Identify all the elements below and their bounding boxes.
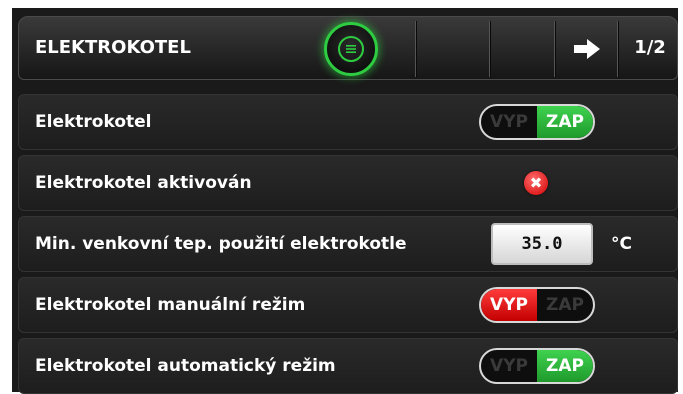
setting-label: Elektrokotel aktivován [35, 173, 252, 193]
toggle-off-option: VYP [490, 356, 528, 376]
header-divider [415, 21, 416, 77]
error-x-icon: ✖ [524, 171, 548, 195]
next-page-button[interactable] [567, 29, 607, 69]
automatic-mode-toggle[interactable]: VYP ZAP [479, 348, 595, 384]
setting-row-elektrokotel: Elektrokotel VYP ZAP [18, 94, 678, 150]
setting-label: Elektrokotel automatický režim [35, 356, 336, 376]
header-bar: ELEKTROKOTEL 1/2 [18, 16, 678, 80]
toggle-on-option: ZAP [546, 295, 584, 315]
page-title: ELEKTROKOTEL [35, 37, 191, 58]
setting-label: Min. venkovní tep. použití elektrokotle [35, 234, 407, 254]
setting-row-min-venkovni-tep: Min. venkovní tep. použití elektrokotle … [18, 216, 678, 272]
menu-icon [338, 36, 364, 62]
setting-row-manualni-rezim: Elektrokotel manuální režim VYP ZAP [18, 277, 678, 333]
header-divider [489, 21, 490, 77]
menu-button[interactable] [324, 22, 378, 76]
min-temp-input[interactable]: 35.0 [491, 223, 593, 265]
toggle-off-option: VYP [481, 289, 537, 321]
header-divider [617, 21, 618, 77]
toggle-on-option: ZAP [537, 106, 593, 138]
setting-row-automaticky-rezim: Elektrokotel automatický režim VYP ZAP [18, 338, 678, 394]
header-divider [554, 21, 555, 77]
page-indicator: 1/2 [634, 37, 666, 58]
toggle-off-option: VYP [490, 112, 528, 132]
unit-label: °C [611, 234, 632, 254]
arrow-right-icon [574, 39, 600, 59]
setting-row-elektrokotel-aktivovan: Elektrokotel aktivován ✖ [18, 155, 678, 211]
setting-label: Elektrokotel [35, 112, 152, 132]
elektrokotel-toggle[interactable]: VYP ZAP [479, 104, 595, 140]
settings-panel: ELEKTROKOTEL 1/2 Elektrokotel VYP ZAP El… [12, 8, 678, 394]
manual-mode-toggle[interactable]: VYP ZAP [479, 287, 595, 323]
toggle-on-option: ZAP [537, 350, 593, 382]
setting-label: Elektrokotel manuální režim [35, 295, 306, 315]
